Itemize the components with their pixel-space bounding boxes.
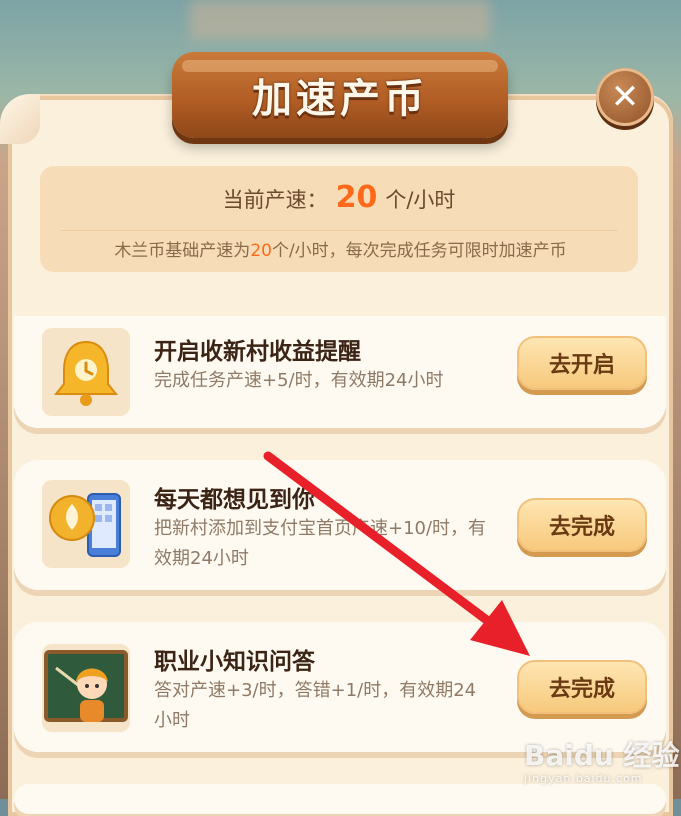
- phone-icon: [42, 480, 130, 568]
- rate-note-suffix: 个/小时，每次完成任务可限时加速产币: [271, 241, 567, 261]
- background-sign: [190, 0, 490, 40]
- close-icon: ✕: [610, 77, 640, 117]
- enable-notify-button[interactable]: 去开启: [517, 336, 647, 390]
- current-rate: 当前产速： 20 个/小时: [40, 180, 638, 215]
- task-title: 每天都想见到你: [154, 487, 315, 513]
- task-title: 职业小知识问答: [154, 649, 315, 675]
- teacher-icon: [42, 644, 130, 732]
- current-rate-unit: 个/小时: [385, 188, 456, 212]
- bell-icon: [42, 328, 130, 416]
- rate-note: 木兰币基础产速为20个/小时，每次完成任务可限时加速产币: [0, 236, 681, 261]
- task-description: 把新村添加到支付宝首页产速+10/时，有效期24小时: [154, 518, 487, 569]
- close-button[interactable]: ✕: [596, 68, 654, 126]
- rate-divider: [60, 230, 618, 231]
- complete-homepage-button[interactable]: 去完成: [517, 498, 647, 552]
- task-description: 答对产速+3/时，答错+1/时，有效期24小时: [154, 680, 477, 731]
- task-card-quiz: 职业小知识问答 答对产速+3/时，答错+1/时，有效期24小时 去完成: [14, 622, 666, 752]
- watermark-url: jingyan.baidu.com: [524, 772, 643, 785]
- start-quiz-button[interactable]: 去完成: [517, 660, 647, 714]
- watermark-brand: Baidu 经验: [524, 739, 680, 772]
- task-card-homepage: 每天都想见到你 把新村添加到支付宝首页产速+10/时，有效期24小时 去完成: [14, 460, 666, 590]
- modal-title-board: 加速产币: [172, 52, 508, 138]
- task-card-notify: 开启收新村收益提醒 完成任务产速+5/时，有效期24小时 去开启: [14, 316, 666, 428]
- task-title: 开启收新村收益提醒: [154, 339, 361, 365]
- task-description: 完成任务产速+5/时，有效期24小时: [154, 370, 444, 391]
- baidu-watermark: Baidu 经验 jingyan.baidu.com: [524, 734, 680, 785]
- current-rate-label: 当前产速：: [222, 188, 328, 212]
- task-card-next: [14, 784, 666, 814]
- current-rate-value: 20: [335, 180, 378, 215]
- modal-title: 加速产币: [252, 76, 428, 122]
- rate-note-prefix: 木兰币基础产速为: [114, 241, 251, 261]
- rate-note-value: 20: [250, 241, 272, 261]
